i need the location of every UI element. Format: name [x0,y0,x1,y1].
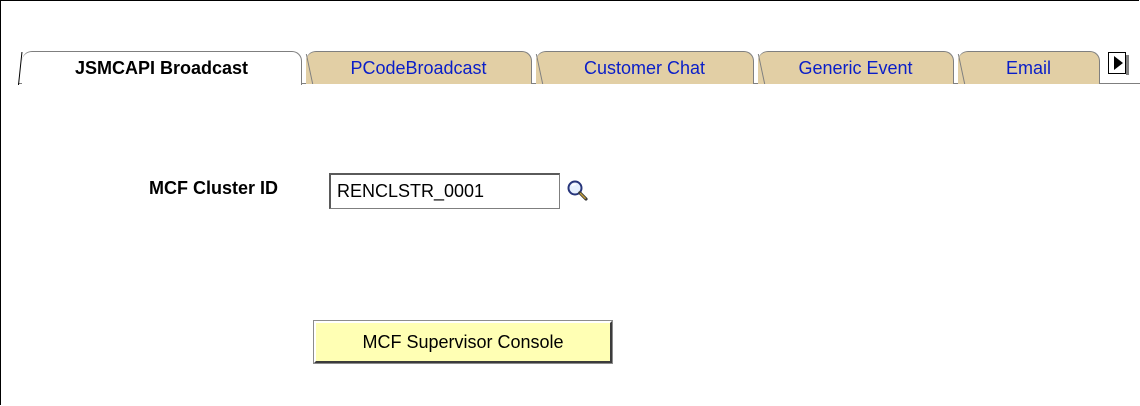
tab-email[interactable]: Email [958,51,1100,84]
tab-label: PCodeBroadcast [350,58,487,78]
magnifier-lookup-icon[interactable] [565,178,591,204]
magnifier-icon [567,180,588,201]
tab-customer-chat[interactable]: Customer Chat [536,51,754,84]
tab-generic-event[interactable]: Generic Event [758,51,954,84]
tab-scroll-right-button[interactable] [1108,52,1129,75]
tab-label: Generic Event [798,58,913,78]
tab-strip: JSMCAPI Broadcast PCodeBroadcast Custome… [14,49,1140,85]
tab-label: Email [1005,58,1051,78]
tab-label: JSMCAPI Broadcast [74,58,249,78]
tab-label: Customer Chat [583,58,706,78]
mcf-supervisor-console-button[interactable]: MCF Supervisor Console [313,320,613,364]
tab-pcodebroadcast[interactable]: PCodeBroadcast [306,51,532,84]
cluster-id-label: MCF Cluster ID [149,178,279,198]
cluster-id-input[interactable] [329,173,560,209]
chevron-right-icon [1113,56,1123,70]
tab-jsmcapi-broadcast[interactable]: JSMCAPI Broadcast [22,51,302,85]
